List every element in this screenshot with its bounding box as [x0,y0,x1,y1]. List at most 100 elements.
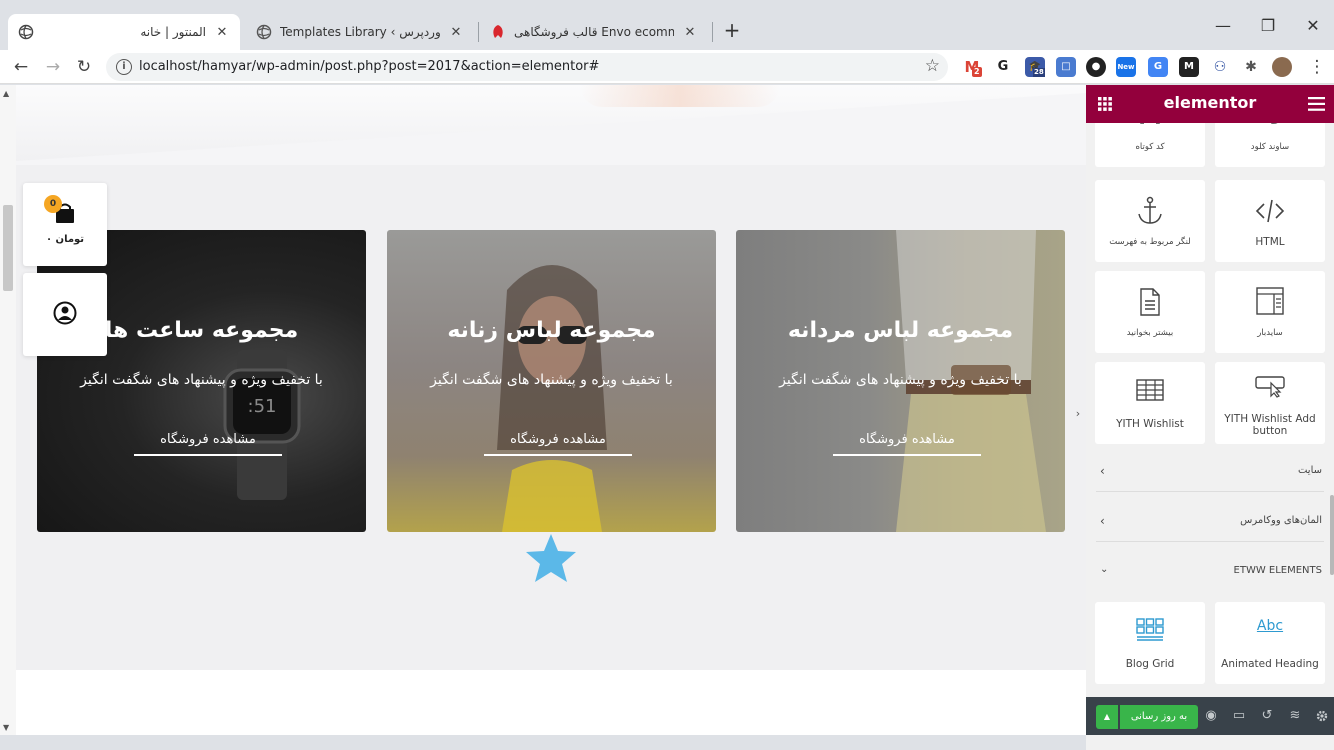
elementor-preview-canvas: ▲ ▼ :51 مجموعه ساعت ها با تخفیف ویژه و پ… [0,85,1086,735]
circle-c-extension-icon[interactable]: G [993,57,1013,77]
floating-account[interactable] [23,273,107,356]
star-icon [526,534,576,582]
m-extension-icon[interactable]: M [1179,57,1199,77]
puzzle-extension-icon[interactable]: ✱ [1241,57,1261,77]
wishlist-button-icon [1215,374,1325,404]
chevron-left-icon: ‹ [1100,514,1105,528]
browser-menu-icon[interactable]: ⋮ [1306,56,1328,78]
view-shop-link[interactable]: مشاهده فروشگاه [134,432,282,456]
history-icon[interactable]: ↺ [1258,707,1276,725]
wishlist-table-icon [1095,378,1205,408]
tab-envo-ecommerce[interactable]: قالب فروشگاهی Envo ecommerce ✕ [480,14,708,50]
info-icon[interactable]: i [116,59,132,75]
card-title: مجموعه لباس زنانه [447,318,656,343]
scroll-up-icon[interactable]: ▲ [3,89,9,98]
address-bar[interactable]: i localhost/hamyar/wp-admin/post.php?pos… [106,53,948,81]
view-shop-link[interactable]: مشاهده فروشگاه [833,432,981,456]
scrollbar-thumb[interactable] [3,205,13,291]
category-label: ETWW ELEMENTS [1233,565,1322,576]
new-extension-icon[interactable]: New [1116,57,1136,77]
category-etww-elements[interactable]: ⌄ ETWW ELEMENTS [1096,552,1324,592]
widget-soundcloud[interactable]: ساوند کلود [1215,123,1325,167]
category-label: سایت [1297,465,1322,476]
sidebar-icon [1215,287,1325,317]
widget-menu-anchor[interactable]: لنگر مربوط به فهرست [1095,180,1205,262]
minimize-button[interactable]: — [1208,16,1238,35]
floating-cart[interactable]: 0 ۰ تومان [23,183,107,266]
cap-extension-icon[interactable]: 🎓 28 [1025,57,1045,77]
globe-icon [18,24,34,40]
canvas-scrollbar[interactable]: ▲ ▼ [0,85,16,735]
svg-text::51: :51 [248,396,277,417]
hero-image-edge [580,85,780,107]
cart-count-badge: 0 [44,195,62,213]
tab-separator [478,22,479,42]
user-circle-icon [53,301,77,325]
browser-toolbar: ← → ↻ i localhost/hamyar/wp-admin/post.p… [0,50,1334,84]
blog-grid-icon [1095,618,1205,648]
widget-read-more[interactable]: بیشتر بخوانید [1095,271,1205,353]
next-section [16,670,1086,735]
chevron-down-icon: ⌄ [1100,564,1109,575]
bookmark-star-icon[interactable]: ☆ [925,56,940,76]
profile-avatar[interactable] [1272,57,1292,77]
code-icon [1215,196,1325,226]
widget-label: Animated Heading [1221,658,1319,670]
widget-blog-grid[interactable]: Blog Grid [1095,602,1205,684]
widget-yith-wishlist[interactable]: YITH Wishlist [1095,362,1205,444]
elementor-panel: elementor کد کوتاه ساوند کلود لنگر مربوط… [1086,85,1334,750]
widget-label: کد کوتاه [1135,142,1165,152]
new-tab-button[interactable]: + [722,18,742,44]
window-close-button[interactable]: ✕ [1298,16,1328,35]
tab-close-icon[interactable]: ✕ [214,25,230,40]
github-extension-icon[interactable]: ● [1086,57,1106,77]
preview-eye-icon[interactable]: ◉ [1202,707,1220,725]
soundcloud-icon [1215,123,1325,131]
panel-scrollbar-thumb[interactable] [1330,495,1334,575]
url-text[interactable]: localhost/hamyar/wp-admin/post.php?post=… [139,59,599,74]
category-site[interactable]: ‹ سایت [1096,452,1324,492]
back-arrow-icon[interactable]: ← [10,56,32,78]
widget-sidebar[interactable]: سایدبار [1215,271,1325,353]
read-more-icon [1095,287,1205,317]
tab-title: Templates Library ‹ س — وردپرس [280,25,440,39]
settings-gear-icon[interactable] [1315,709,1329,723]
restore-button[interactable]: ❐ [1253,16,1283,35]
translate-extension-icon[interactable]: G [1148,57,1168,77]
category-label: المان‌های ووکامرس [1240,515,1322,526]
widget-shortcode[interactable]: کد کوتاه [1095,123,1205,167]
navigator-layers-icon[interactable]: ≋ [1286,707,1304,725]
tab-elementor-home[interactable]: المنتور | خانه ✕ [8,14,240,50]
panel-collapse-chevron-icon[interactable]: › [1070,395,1086,433]
tab-close-icon[interactable]: ✕ [448,25,464,40]
blue-square-extension-icon[interactable]: □ [1056,57,1076,77]
widget-label: Blog Grid [1125,658,1175,670]
widgets-panel-body: کد کوتاه ساوند کلود لنگر مربوط به فهرست … [1086,123,1334,697]
woman-image [497,265,607,532]
save-options-arrow-icon[interactable]: ▲ [1096,705,1118,729]
forward-arrow-icon[interactable]: → [42,56,64,78]
card-title: مجموعه لباس مردانه [787,318,1014,343]
globe-icon [256,24,272,40]
hamburger-menu-icon[interactable] [1308,97,1325,111]
widget-label: لنگر مربوط به فهرست [1109,237,1191,247]
collection-card-women[interactable]: مجموعه لباس زنانه با تخفیف ویژه و پیشنها… [387,230,716,532]
person-extension-icon[interactable]: ⚇ [1210,57,1230,77]
gmail-extension-icon[interactable]: M2 [962,57,982,77]
widget-yith-wishlist-add-button[interactable]: YITH Wishlist Add button [1215,362,1325,444]
update-button[interactable]: به روز رسانی [1120,705,1198,729]
tab-templates-library[interactable]: Templates Library ‹ س — وردپرس ✕ [246,14,474,50]
panel-header: elementor [1086,85,1334,123]
collection-card-men[interactable]: مجموعه لباس مردانه با تخفیف ویژه و پیشنه… [736,230,1065,532]
reload-icon[interactable]: ↻ [73,56,95,78]
card-subtitle: با تخفیف ویژه و پیشنهاد های شگفت انگیز [779,372,1022,388]
scroll-down-icon[interactable]: ▼ [3,723,9,732]
responsive-desktop-icon[interactable]: ▭ [1230,707,1248,725]
panel-footer: ≋ ↺ ▭ ◉ به روز رسانی ▲ [1086,697,1334,735]
widget-animated-heading[interactable]: Abc Animated Heading [1215,602,1325,684]
view-shop-link[interactable]: مشاهده فروشگاه [484,432,632,456]
widget-html[interactable]: HTML [1215,180,1325,262]
tab-close-icon[interactable]: ✕ [682,25,698,40]
category-woocommerce[interactable]: ‹ المان‌های ووکامرس [1096,502,1324,542]
tab-title: قالب فروشگاهی Envo ecommerce [514,25,674,39]
